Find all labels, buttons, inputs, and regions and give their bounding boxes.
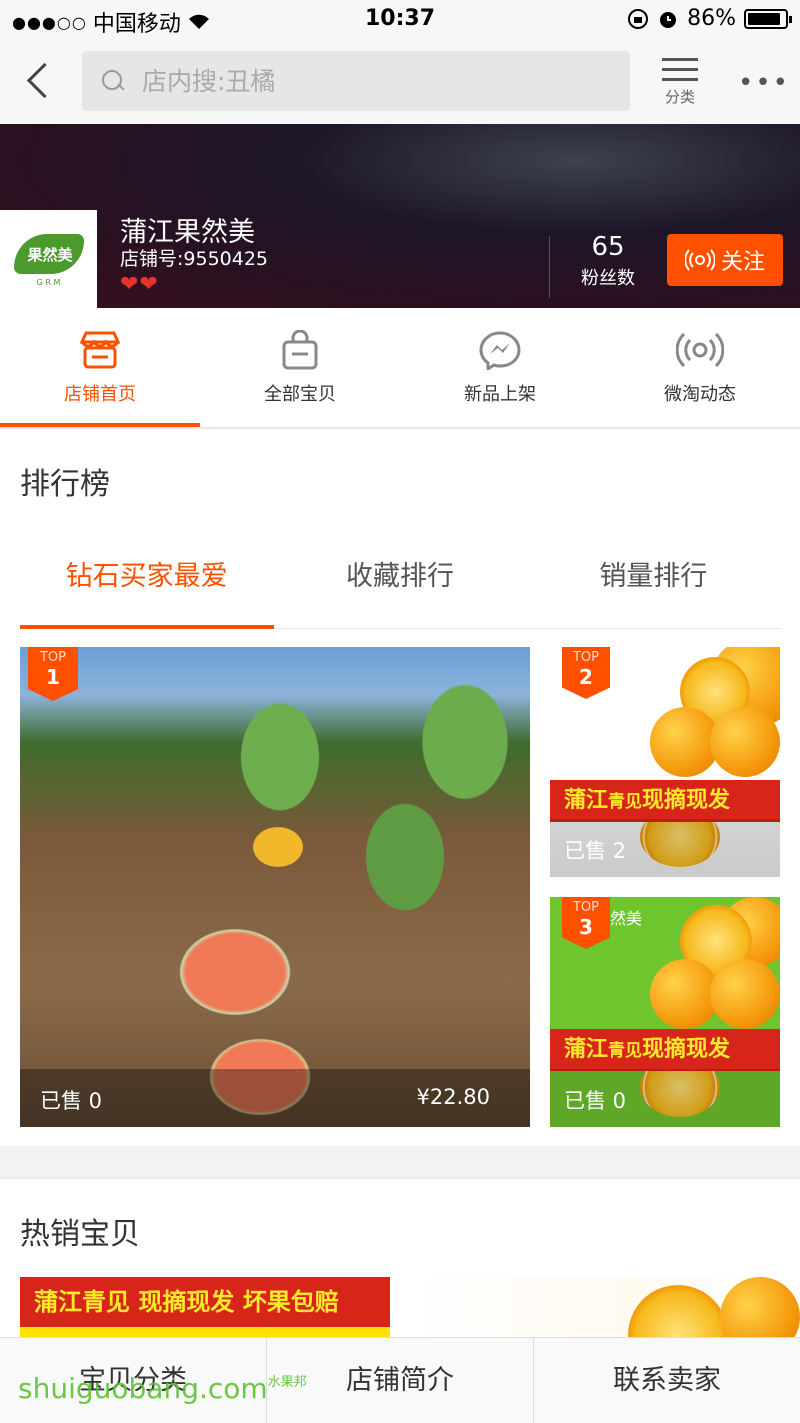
logo-subtext: G R M [36,278,61,287]
battery-icon [744,8,792,29]
item-info-bar: 已售 0 [550,1069,780,1127]
fans-counter: 65 粉丝数 [560,232,656,290]
status-bar: ●●●○○ 中国移动 10:37 86% [0,0,800,40]
tab-label: 店铺首页 [64,384,136,405]
shop-tabs: 店铺首页 全部宝贝 新品上架 微淘动态 [0,308,800,428]
more-icon[interactable]: ••• [738,68,790,98]
sold-count: 已售 0 [564,1089,627,1113]
item-info-bar: 已售 2 [550,819,780,877]
ranking-title: 排行榜 [20,467,110,502]
top-badge: TOP 1 [28,647,78,701]
item-info-bar: 已售 0 ¥22.80 [20,1069,530,1127]
logo-text: 果然美 [27,246,73,264]
tab-diamond-favorites[interactable]: 钻石买家最爱 [20,529,275,629]
orange-image [710,707,780,777]
promo-banner: 蒲江青见现摘现发 [550,1029,780,1071]
item-price: ¥22.80 [416,1085,490,1109]
ranking-item-3[interactable]: 然美 蒲江青见现摘现发 TOP 3 已售 0 [550,897,780,1127]
sold-count: 已售 0 [40,1089,103,1113]
broadcast-icon [684,249,715,271]
tab-sales-rank[interactable]: 销量排行 [527,529,780,628]
rotation-lock-icon [628,8,649,29]
site-watermark: shuiguobang.com水果邦 [18,1372,307,1405]
alarm-icon [660,11,677,28]
orange-image [710,959,780,1029]
search-input[interactable] [142,66,602,96]
brand-watermark: 然美 [610,909,643,928]
list-icon [662,56,698,82]
follow-label: 关注 [720,250,765,275]
battery-percent: 86% [687,6,736,31]
contact-seller-button[interactable]: 联系卖家 [534,1338,800,1423]
nav-bar: 分类 ••• [0,40,800,124]
ranking-section: 排行榜 钻石买家最爱 收藏排行 销量排行 TOP 1 已售 0 ¥22.80 蒲… [0,428,800,1146]
tab-store-home[interactable]: 店铺首页 [0,308,200,427]
tab-all-items[interactable]: 全部宝贝 [200,308,400,427]
top-badge: TOP 3 [562,897,610,949]
tab-new-arrivals[interactable]: 新品上架 [400,308,600,427]
shop-logo[interactable]: 果然美 G R M [0,210,97,308]
shop-id: 店铺号:9550425 [120,248,269,270]
top-badge: TOP 2 [562,647,610,699]
ranking-tabs: 钻石买家最爱 收藏排行 销量排行 [20,529,780,629]
tab-weitao[interactable]: 微淘动态 [600,308,800,427]
tab-label: 全部宝贝 [264,384,336,405]
category-button[interactable]: 分类 [650,56,710,112]
messenger-icon [479,331,521,370]
promo-banner: 蒲江青见现摘现发 [550,780,780,822]
shop-intro-button[interactable]: 店铺简介 [267,1338,534,1423]
fans-label: 粉丝数 [581,268,635,289]
store-icon [79,331,121,369]
broadcast-icon [676,332,724,368]
fans-count: 65 [591,232,625,262]
search-box[interactable] [82,51,630,111]
tab-label: 微淘动态 [664,384,736,405]
follow-button[interactable]: 关注 [667,234,783,286]
bag-icon [282,330,318,370]
back-icon[interactable] [22,60,62,104]
tab-favorites-rank[interactable]: 收藏排行 [273,529,526,628]
tab-label: 新品上架 [464,384,536,405]
shop-header: 果然美 G R M 蒲江果然美 店铺号:9550425 ❤❤ 65 粉丝数 关注 [0,124,800,308]
hot-item-banner[interactable]: 蒲江青见 现摘现发 坏果包赔 [20,1277,390,1337]
sold-count: 已售 2 [564,839,627,863]
search-icon [100,68,126,94]
ranking-item-2[interactable]: 蒲江青见现摘现发 TOP 2 已售 2 [550,647,780,877]
ranking-item-1[interactable]: TOP 1 已售 0 ¥22.80 [20,647,530,1127]
category-label: 分类 [664,88,695,106]
heart-rating-icon: ❤❤ [120,272,159,297]
divider [549,236,550,298]
hot-items-title: 热销宝贝 [20,1217,140,1252]
